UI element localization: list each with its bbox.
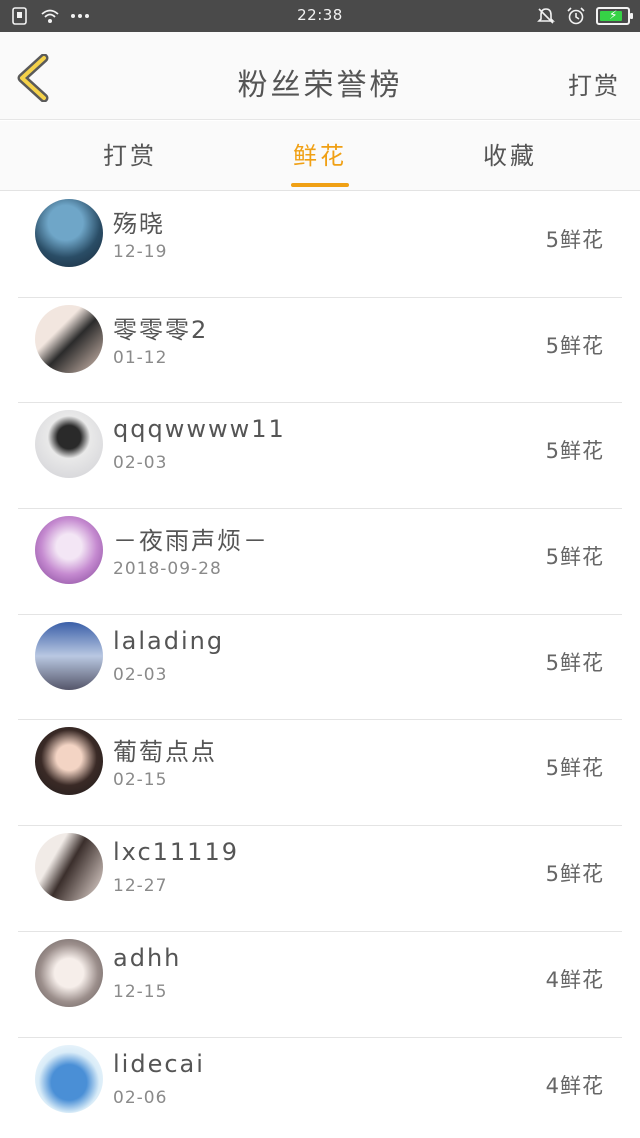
avatar[interactable] bbox=[35, 1044, 103, 1113]
tab-label: 打赏 bbox=[103, 142, 157, 170]
flower-count: 4鲜花 bbox=[545, 1073, 604, 1098]
page-title: 粉丝荣誉榜 bbox=[237, 68, 403, 103]
fan-date: 2018-09-28 bbox=[113, 559, 222, 580]
list-item[interactable]: adhh 12-15 4鲜花 bbox=[18, 932, 622, 1038]
flower-count: 5鲜花 bbox=[545, 439, 604, 464]
fan-name: adhh bbox=[113, 943, 182, 972]
list-item[interactable]: 零零零2 01-12 5鲜花 bbox=[18, 298, 622, 404]
fan-date: 02-06 bbox=[113, 1087, 168, 1108]
flower-count: 5鲜花 bbox=[545, 228, 604, 252]
avatar[interactable] bbox=[35, 410, 103, 479]
reward-action-button[interactable]: 打赏 bbox=[568, 66, 620, 101]
list-item[interactable]: lidecai 02-06 4鲜花 bbox=[18, 1038, 622, 1138]
list-item[interactable]: 殇晓 12-19 5鲜花 bbox=[18, 192, 622, 298]
fan-name: lalading bbox=[113, 626, 225, 655]
flower-count: 5鲜花 bbox=[545, 756, 604, 781]
avatar[interactable] bbox=[35, 833, 103, 902]
flower-count: 5鲜花 bbox=[545, 862, 604, 887]
fan-name: qqqwwww11 bbox=[113, 415, 286, 444]
fan-name: lxc11119 bbox=[113, 838, 239, 867]
list-item[interactable]: －夜雨声烦－ 2018-09-28 5鲜花 bbox=[18, 509, 622, 615]
alarm-icon bbox=[567, 7, 585, 25]
charging-bolt-icon: ⚡ bbox=[609, 8, 618, 22]
avatar[interactable] bbox=[35, 938, 103, 1007]
tab-label: 收藏 bbox=[483, 142, 537, 170]
flower-count: 5鲜花 bbox=[545, 545, 604, 570]
list-item[interactable]: qqqwwww11 02-03 5鲜花 bbox=[18, 403, 622, 510]
fan-name: 殇晓 bbox=[113, 210, 165, 238]
ranking-tabs: 打赏 鲜花 收藏 bbox=[0, 121, 640, 191]
fan-date: 01-12 bbox=[113, 347, 168, 368]
status-bar-right: ⚡ bbox=[536, 6, 633, 26]
tab-flowers[interactable]: 鲜花 bbox=[250, 121, 390, 191]
avatar[interactable] bbox=[35, 199, 103, 267]
flower-count: 4鲜花 bbox=[545, 967, 604, 992]
tab-label: 鲜花 bbox=[293, 142, 347, 170]
fan-date: 02-15 bbox=[113, 770, 168, 791]
fan-date: 12-15 bbox=[113, 981, 168, 1002]
mute-bell-icon bbox=[537, 8, 555, 24]
avatar[interactable] bbox=[35, 621, 103, 690]
tab-favorites[interactable]: 收藏 bbox=[440, 121, 580, 191]
fan-date: 12-19 bbox=[113, 242, 168, 262]
battery-charging-icon: ⚡ bbox=[596, 7, 633, 25]
fan-name: －夜雨声烦－ bbox=[113, 527, 269, 556]
list-item[interactable]: lxc11119 12-27 5鲜花 bbox=[18, 826, 622, 932]
status-bar: 22:38 ⚡ bbox=[0, 0, 640, 32]
fan-name: 葡萄点点 bbox=[113, 738, 217, 767]
active-tab-indicator bbox=[291, 183, 349, 187]
avatar[interactable] bbox=[35, 727, 103, 796]
fan-list: 殇晓 12-19 5鲜花 零零零2 01-12 5鲜花 qqqwwww11 02… bbox=[0, 192, 640, 1138]
avatar[interactable] bbox=[35, 304, 103, 373]
flower-count: 5鲜花 bbox=[545, 650, 604, 675]
list-item[interactable]: 葡萄点点 02-15 5鲜花 bbox=[18, 720, 622, 827]
flower-count: 5鲜花 bbox=[545, 333, 604, 358]
fan-name: lidecai bbox=[113, 1049, 205, 1078]
avatar[interactable] bbox=[35, 516, 103, 585]
fan-date: 02-03 bbox=[113, 664, 168, 685]
list-item[interactable]: lalading 02-03 5鲜花 bbox=[18, 615, 622, 721]
tab-reward[interactable]: 打赏 bbox=[60, 121, 200, 191]
fan-name: 零零零2 bbox=[113, 315, 209, 344]
fan-date: 12-27 bbox=[113, 876, 168, 897]
app-header: 粉丝荣誉榜 打赏 bbox=[0, 32, 640, 120]
fan-date: 02-03 bbox=[113, 453, 168, 474]
